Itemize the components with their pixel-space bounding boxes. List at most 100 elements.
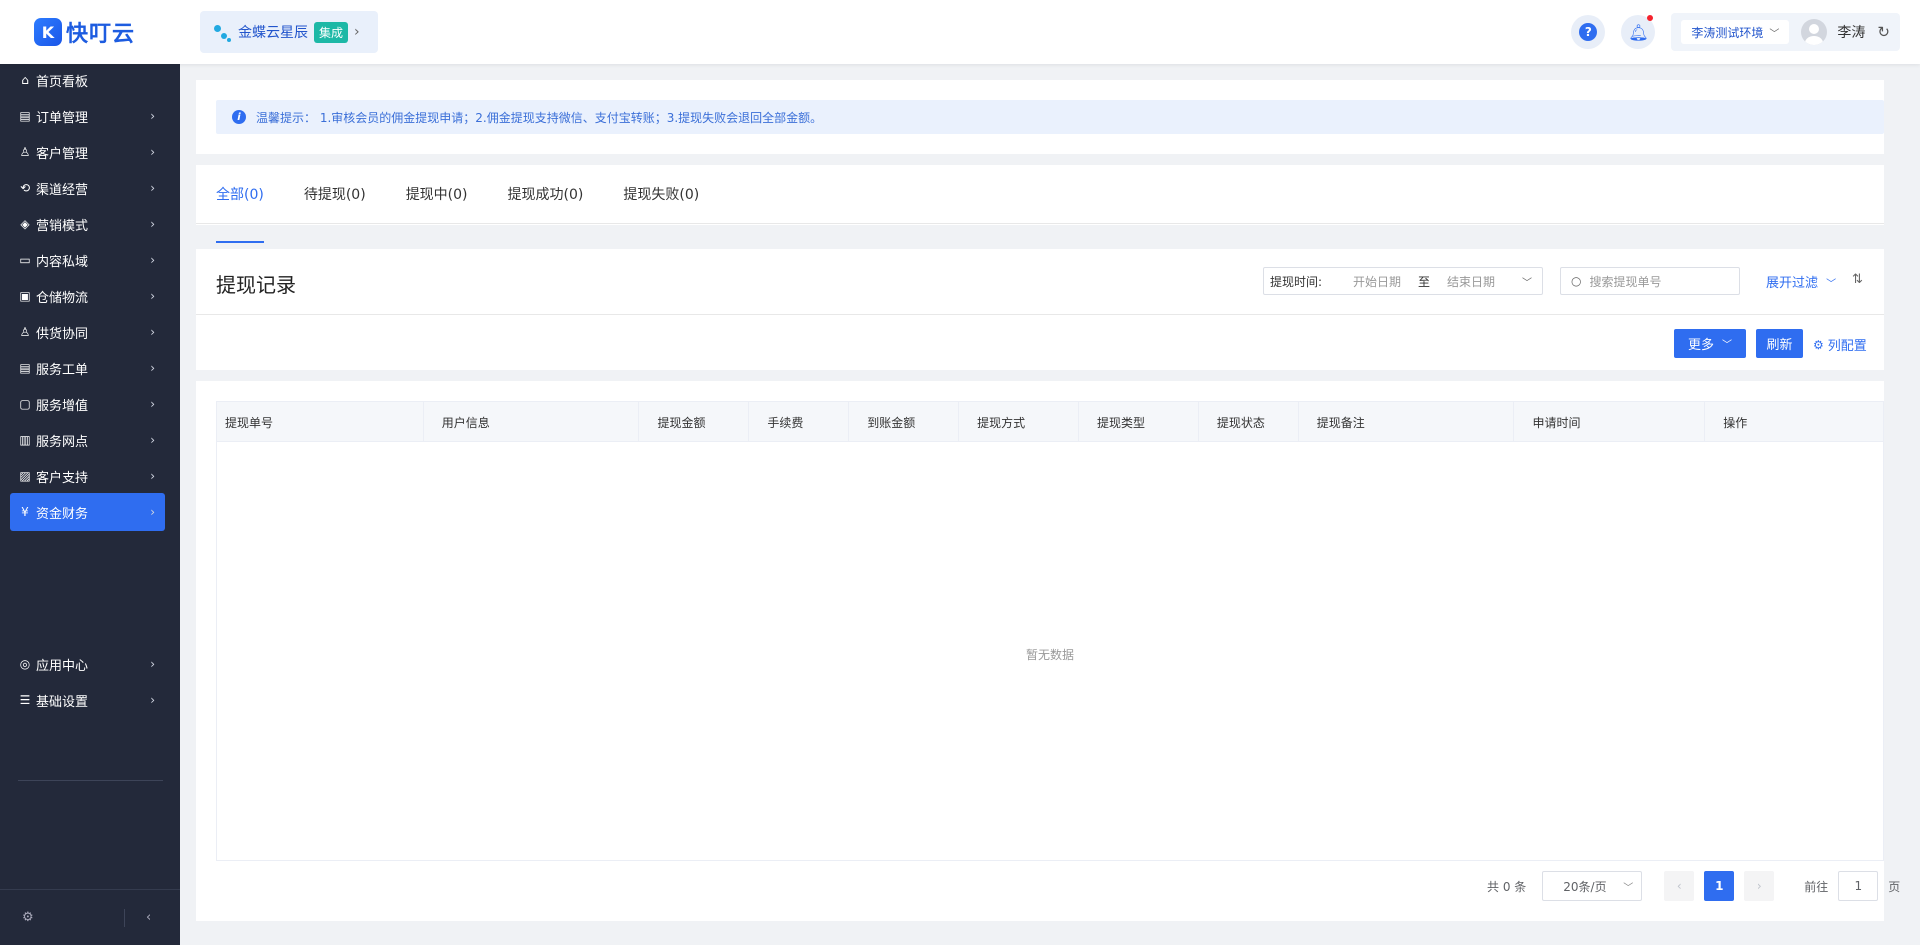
chevron-down-icon: ﹀ — [1826, 279, 1837, 290]
column-header: 用户信息 — [424, 402, 640, 442]
expand-filter-button[interactable]: 展开过滤 ﹀ — [1766, 272, 1836, 291]
chevron-right-icon: › — [150, 289, 155, 303]
order-icon: ▤ — [19, 109, 31, 123]
sidebar-item-11[interactable]: ▨ 客户支持 › — [10, 457, 165, 495]
more-button[interactable]: 更多 ﹀ — [1674, 329, 1746, 358]
column-header: 申请时间 — [1514, 402, 1706, 442]
chevron-right-icon: › — [354, 24, 360, 40]
user-name[interactable]: 李涛 — [1837, 22, 1865, 42]
sort-icon[interactable]: ⇅ — [1852, 272, 1863, 287]
records-table: 提现单号 用户信息 提现金额 手续费 到账金额 提现方式 提现类型 提现状态 提现备注 申请时间 操… — [216, 401, 1884, 861]
sidebar: ⌂ 首页看板 ▤ 订单管理 › ♙ 客户管理 › ⟲ 渠道经营 › ◈ 营销模式 › ▭ 内容私域 › ▣ 仓储物流… — [0, 64, 180, 945]
sidebar-item-10[interactable]: ▥ 服务网点 › — [10, 421, 165, 459]
environment-select[interactable]: 李涛测试环境 ﹀ — [1681, 20, 1790, 44]
channel-icon: ⟲ — [19, 181, 31, 195]
prev-page-button[interactable]: ‹ — [1664, 871, 1695, 901]
column-header: 提现状态 — [1199, 402, 1299, 442]
sidebar-item-label: 首页看板 — [36, 74, 89, 90]
chevron-right-icon: › — [150, 253, 155, 267]
sidebar-item-9[interactable]: ▢ 服务增值 › — [10, 385, 165, 423]
sidebar-bottom-item-1[interactable]: ☰ 基础设置 › — [10, 681, 165, 719]
supply-icon: ♙ — [19, 325, 31, 339]
more-label: 更多 — [1687, 338, 1714, 353]
settings-gear-icon[interactable]: ⚙ — [22, 910, 34, 925]
next-page-button[interactable]: › — [1744, 871, 1775, 901]
section-divider — [196, 314, 1884, 315]
tab-3[interactable]: 提现成功(0) — [508, 184, 584, 244]
sidebar-item-label: 订单管理 — [36, 110, 89, 126]
sidebar-item-0[interactable]: ⌂ 首页看板 — [10, 61, 165, 99]
sidebar-item-8[interactable]: ▤ 服务工单 › — [10, 349, 165, 387]
expand-filter-label: 展开过滤 — [1766, 276, 1819, 291]
chevron-right-icon: › — [150, 469, 155, 483]
date-range-picker[interactable]: 提现时间: 开始日期 至 结束日期 ﹀ — [1263, 267, 1543, 295]
end-date-input[interactable]: 结束日期 — [1436, 273, 1506, 290]
refresh-label: 刷新 — [1766, 338, 1793, 353]
column-config-label: 列配置 — [1827, 339, 1867, 354]
chevron-right-icon: › — [150, 433, 155, 447]
tabs-divider — [196, 223, 1884, 224]
help-button[interactable]: ? — [1571, 15, 1606, 49]
sidebar-bottom-item-0[interactable]: ◎ 应用中心 › — [10, 645, 165, 683]
gear-icon: ⚙ — [1813, 337, 1824, 352]
support-icon: ▨ — [19, 469, 31, 483]
column-header: 手续费 — [749, 402, 850, 442]
sidebar-item-2[interactable]: ♙ 客户管理 › — [10, 133, 165, 171]
total-count: 共 0 条 — [1487, 879, 1527, 894]
tab-2[interactable]: 提现中(0) — [406, 184, 468, 244]
sidebar-item-label: 服务工单 — [36, 362, 89, 378]
sidebar-item-label: 内容私域 — [36, 254, 89, 270]
page-number-button[interactable]: 1 — [1704, 871, 1735, 901]
sidebar-item-label: 供货协同 — [36, 326, 89, 342]
sidebar-item-label: 资金财务 — [36, 506, 89, 522]
sidebar-item-12[interactable]: ¥ 资金财务 › — [10, 493, 165, 531]
chevron-down-icon: ﹀ — [1769, 28, 1780, 40]
column-header: 操作 — [1723, 415, 1748, 430]
product-switcher[interactable]: 金蝶云星辰 集成 › — [200, 11, 378, 53]
avatar[interactable] — [1801, 19, 1828, 45]
collapse-sidebar-icon[interactable]: ‹ — [146, 910, 151, 925]
footer-divider — [124, 909, 125, 927]
chevron-down-icon: ﹀ — [1522, 277, 1532, 289]
notification-badge — [1647, 15, 1654, 21]
page-title: 提现记录 — [216, 273, 296, 297]
column-header: 提现备注 — [1299, 402, 1515, 442]
sidebar-item-4[interactable]: ◈ 营销模式 › — [10, 205, 165, 243]
search-input[interactable]: ○ 搜索提现单号 — [1560, 267, 1740, 295]
column-config-button[interactable]: ⚙ 列配置 — [1813, 335, 1867, 355]
column-header: 提现方式 — [959, 402, 1079, 442]
sidebar-item-label: 渠道经营 — [36, 182, 89, 198]
start-date-input[interactable]: 开始日期 — [1342, 273, 1412, 290]
tab-1[interactable]: 待提现(0) — [304, 184, 366, 244]
refresh-button[interactable]: 刷新 — [1756, 329, 1803, 358]
product-dots-icon — [212, 22, 232, 42]
chevron-right-icon: › — [150, 325, 155, 339]
goto-page-input[interactable]: 1 — [1838, 871, 1879, 901]
empty-state: 暂无数据 — [1025, 648, 1074, 662]
logo-mark-icon: K — [34, 18, 62, 46]
sidebar-item-1[interactable]: ▤ 订单管理 › — [10, 97, 165, 135]
sidebar-item-3[interactable]: ⟲ 渠道经营 › — [10, 169, 165, 207]
chevron-right-icon: › — [150, 145, 155, 159]
search-placeholder: 搜索提现单号 — [1589, 274, 1662, 289]
sidebar-item-label: 服务增值 — [36, 398, 89, 414]
page-unit-label: 页 — [1888, 879, 1901, 894]
page-size-select[interactable]: 20条/页 ﹀ — [1542, 871, 1643, 901]
ticket-icon: ▤ — [19, 361, 31, 375]
tab-4[interactable]: 提现失败(0) — [623, 184, 699, 244]
sidebar-item-label: 服务网点 — [36, 434, 89, 450]
sidebar-item-5[interactable]: ▭ 内容私域 › — [10, 241, 165, 279]
chevron-right-icon: › — [150, 693, 155, 707]
notification-button[interactable]: 🔔︎ — [1621, 15, 1656, 49]
date-separator: 至 — [1417, 274, 1430, 289]
logo[interactable]: K 快叮云 — [0, 0, 180, 64]
search-icon: ○ — [1571, 274, 1582, 288]
sidebar-item-6[interactable]: ▣ 仓储物流 › — [10, 277, 165, 315]
tab-0[interactable]: 全部(0) — [216, 184, 264, 244]
sidebar-item-7[interactable]: ♙ 供货协同 › — [10, 313, 165, 351]
top-bar: K 快叮云 金蝶云星辰 集成 › ? 🔔︎ 李涛测试环境 ﹀ 李涛 ↻ — [0, 0, 1920, 64]
notice-text: 温馨提示： 1.审核会员的佣金提现申请；2.佣金提现支持微信、支付宝转账；3.提… — [256, 110, 823, 125]
reload-icon[interactable]: ↻ — [1877, 23, 1890, 41]
tag-icon: ◈ — [20, 217, 30, 231]
sidebar-footer: ⚙ ‹ — [0, 889, 180, 945]
